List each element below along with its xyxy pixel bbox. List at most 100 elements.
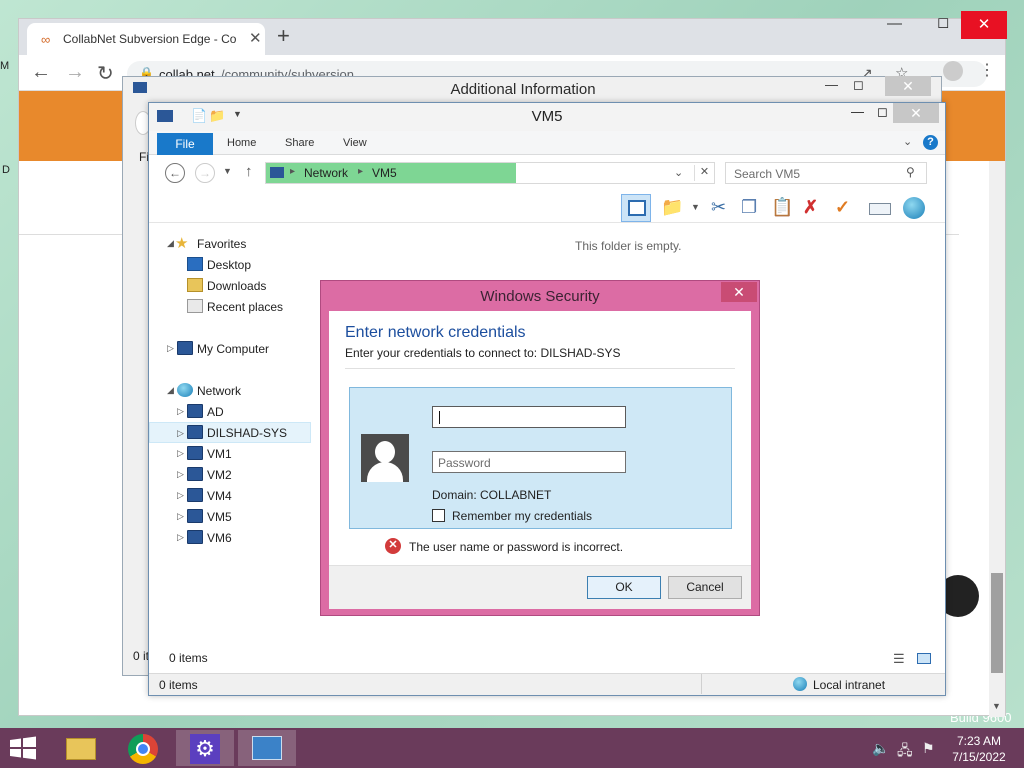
copy-icon[interactable]: ❐ — [741, 197, 757, 217]
preview-pane-button[interactable] — [621, 194, 651, 222]
browser-tab[interactable]: ∞ CollabNet Subversion Edge - Co ✕ — [27, 23, 265, 55]
breadcrumb-vm5[interactable]: VM5 — [372, 166, 397, 180]
nav-network-vm1[interactable]: ▷ VM1 — [149, 443, 311, 464]
browser-minimize-icon[interactable]: — — [887, 15, 902, 32]
browser-close-button[interactable]: ✕ — [961, 11, 1007, 39]
collapsed-triangle-icon: ▷ — [177, 532, 184, 542]
nav-network-dilshad-sys[interactable]: ▷ DILSHAD-SYS — [149, 422, 311, 443]
addinfo-maximize-icon[interactable]: ◻ — [853, 77, 864, 93]
nav-my-computer[interactable]: ▷ My Computer — [149, 338, 311, 359]
rename-icon[interactable] — [869, 203, 891, 215]
tab-close-icon[interactable]: ✕ — [249, 29, 262, 47]
username-field[interactable] — [432, 406, 626, 428]
remember-credentials-checkbox[interactable] — [432, 509, 445, 522]
nav-network-vm6[interactable]: ▷ VM6 — [149, 527, 311, 548]
explorer-title: VM5 — [531, 108, 563, 125]
dialog-close-button[interactable]: ✕ — [721, 282, 757, 302]
nav-downloads[interactable]: Downloads — [149, 275, 311, 296]
empty-folder-message: This folder is empty. — [575, 239, 682, 253]
dialog-divider — [345, 368, 735, 369]
back-arrow-icon[interactable]: ← — [31, 61, 51, 84]
collabnet-favicon-icon: ∞ — [41, 32, 51, 47]
search-box[interactable]: Search VM5 ⚲ — [725, 162, 927, 184]
paste-icon[interactable]: 📋 — [771, 197, 793, 217]
taskbar-file-explorer[interactable] — [52, 730, 110, 766]
network-tray-icon[interactable]: 🖧 — [897, 740, 913, 764]
clock-date: 7/15/2022 — [952, 750, 1006, 764]
explorer-minimize-icon[interactable]: — — [851, 104, 864, 119]
domain-label: Domain: COLLABNET — [432, 488, 552, 502]
network-globe-icon[interactable] — [903, 197, 925, 219]
downloads-folder-icon — [187, 278, 203, 292]
help-icon[interactable]: ? — [923, 135, 938, 150]
desktop-fragment-d: D — [2, 164, 10, 176]
expanded-triangle-icon: ◢ — [167, 385, 174, 395]
nav-network-vm4[interactable]: ▷ VM4 — [149, 485, 311, 506]
taskbar-chrome[interactable] — [114, 730, 172, 766]
address-clear-icon[interactable]: ✕ — [694, 165, 714, 181]
page-scrollbar-thumb[interactable] — [991, 573, 1003, 673]
tab-share[interactable]: Share — [285, 137, 314, 149]
ok-button[interactable]: OK — [587, 576, 661, 599]
recent-places-icon — [187, 299, 203, 313]
tab-file[interactable]: File — [157, 133, 213, 155]
cut-icon[interactable]: ✂ — [711, 197, 726, 217]
nav-recent-places[interactable]: Recent places — [149, 296, 311, 317]
page-scrollbar[interactable]: ▼ — [989, 161, 1005, 717]
new-tab-icon[interactable]: + — [277, 23, 290, 49]
collapsed-triangle-icon: ▷ — [177, 511, 184, 521]
start-button[interactable] — [8, 736, 38, 763]
status-item-count: 0 items — [159, 678, 198, 692]
computer-icon — [187, 488, 203, 502]
folder-options-icon[interactable]: 📁 — [661, 197, 683, 217]
addinfo-minimize-icon[interactable]: — — [825, 77, 838, 92]
taskbar-control-panel[interactable] — [238, 730, 296, 766]
search-icon[interactable]: ⚲ — [906, 165, 915, 179]
up-arrow-icon[interactable]: ↑ — [245, 163, 253, 180]
profile-avatar-icon[interactable] — [943, 61, 963, 81]
forward-arrow-icon[interactable]: → — [65, 61, 85, 84]
collapsed-triangle-icon: ▷ — [177, 448, 184, 458]
password-field[interactable]: Password — [432, 451, 626, 473]
explorer-close-button[interactable]: ✕ — [893, 103, 939, 123]
nav-network-vm5[interactable]: ▷ VM5 — [149, 506, 311, 527]
nav-desktop[interactable]: Desktop — [149, 254, 311, 275]
nav-network[interactable]: ◢ Network — [149, 380, 311, 401]
large-icons-view-icon[interactable] — [917, 653, 931, 664]
speaker-muted-icon[interactable]: 🔈 — [872, 740, 889, 757]
nav-favorites[interactable]: ◢ ★ Favorites — [149, 233, 311, 254]
recent-locations-icon[interactable]: ▼ — [223, 166, 232, 176]
cancel-button[interactable]: Cancel — [668, 576, 742, 599]
nav-network-item-label: VM2 — [207, 468, 232, 482]
windows-security-dialog: Windows Security ✕ Enter network credent… — [320, 280, 760, 616]
menu-kebab-icon[interactable]: ⋮ — [979, 60, 995, 80]
nav-network-vm2[interactable]: ▷ VM2 — [149, 464, 311, 485]
explorer-titlebar: 📄 📁 ▼ VM5 — ◻ ✕ — [149, 103, 945, 131]
reload-icon[interactable]: ↻ — [97, 61, 114, 86]
breadcrumb-separator-icon: ▸ — [358, 166, 364, 177]
checkmark-icon[interactable]: ✓ — [835, 197, 850, 217]
addinfo-close-button[interactable]: ✕ — [885, 76, 931, 96]
address-bar[interactable]: ▸ Network ▸ VM5 ⌄ ✕ — [265, 162, 715, 184]
explorer-maximize-icon[interactable]: ◻ — [877, 104, 888, 120]
taskbar-settings[interactable]: ⚙ — [176, 730, 234, 766]
delete-icon[interactable]: ✗ — [803, 197, 818, 217]
nav-network-ad[interactable]: ▷ AD — [149, 401, 311, 422]
item-count: 0 items — [169, 651, 208, 665]
address-dropdown-icon[interactable]: ⌄ — [674, 166, 683, 179]
tab-view[interactable]: View — [343, 137, 367, 149]
details-view-icon[interactable]: ☰ — [893, 651, 905, 667]
browser-maximize-icon[interactable]: ◻ — [937, 13, 949, 31]
tab-home[interactable]: Home — [227, 137, 256, 149]
scroll-down-icon[interactable]: ▼ — [992, 701, 1001, 711]
breadcrumb-network[interactable]: Network — [304, 166, 348, 180]
computer-icon — [187, 530, 203, 544]
back-icon[interactable]: ← — [165, 163, 185, 183]
action-center-flag-icon[interactable]: ⚑ — [922, 740, 935, 757]
taskbar-clock[interactable]: 7:23 AM 7/15/2022 — [948, 733, 1010, 765]
forward-icon[interactable]: → — [195, 163, 215, 183]
ribbon-expand-icon[interactable]: ⌄ — [903, 135, 912, 148]
folder-options-dropdown-icon[interactable]: ▼ — [691, 202, 700, 212]
remember-credentials-label[interactable]: Remember my credentials — [452, 509, 592, 523]
nav-favorites-label: Favorites — [197, 237, 247, 251]
